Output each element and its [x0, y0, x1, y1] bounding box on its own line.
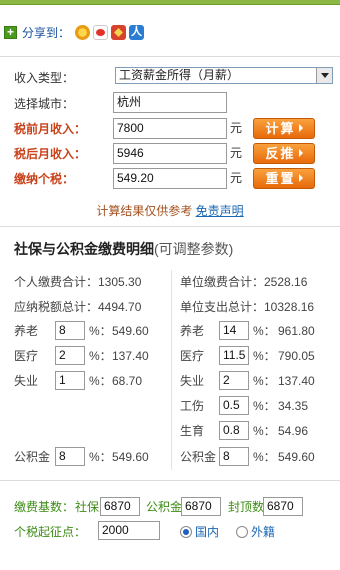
section-subtitle: (可调整参数) — [154, 241, 234, 257]
renren-icon[interactable] — [111, 24, 127, 40]
pretax-label: 税前月收入： — [14, 122, 87, 136]
top-bar — [0, 0, 340, 5]
share-bar: + 分享到： 人 — [4, 23, 145, 41]
divider — [0, 226, 340, 227]
domestic-label: 国内 — [195, 525, 220, 539]
company-injury-amount: 34.35 — [278, 399, 309, 413]
company-unemployment-amount: 137.40 — [278, 374, 315, 388]
company-total: 单位缴费合计：2528.16 — [180, 275, 308, 289]
company-injury-rate[interactable]: 0.5 — [219, 396, 249, 415]
income-type-select[interactable]: 工资薪金所得（月薪） — [115, 67, 333, 84]
personal-total: 个人缴费合计：1305.30 — [14, 275, 142, 289]
tax-unit: 元 — [230, 171, 243, 185]
section-title: 社保与公积金缴费明细(可调整参数) — [14, 239, 233, 259]
cap-label: 封顶数 — [228, 500, 265, 514]
kaixin-icon[interactable]: 人 — [129, 24, 145, 40]
social-base-label: 社保 — [75, 500, 100, 514]
personal-unemployment-pct: %： — [89, 374, 112, 388]
fund-base-input[interactable]: 6870 — [181, 497, 221, 516]
disclaimer-note: 计算结果仅供参考 免责声明 — [0, 202, 340, 219]
divider — [0, 480, 340, 481]
column-divider — [171, 270, 172, 470]
tax-label: 缴纳个税： — [14, 172, 75, 186]
share-label: 分享到： — [22, 25, 71, 40]
company-medical-amount: 790.05 — [278, 349, 315, 363]
weibo-icon[interactable] — [93, 24, 109, 40]
company-injury-label: 工伤 — [180, 399, 205, 413]
company-fund-pct: %： — [253, 450, 276, 464]
plus-icon[interactable]: + — [4, 25, 17, 39]
foreign-label: 外籍 — [251, 525, 276, 539]
company-pension-amount: 961.80 — [278, 324, 315, 338]
personal-medical-rate[interactable]: 2 — [55, 346, 85, 365]
cap-input[interactable]: 6870 — [263, 497, 303, 516]
threshold-input[interactable]: 2000 — [98, 521, 160, 540]
personal-pension-pct: %： — [89, 324, 112, 338]
company-fund-label: 公积金 — [180, 450, 217, 464]
company-unemployment-label: 失业 — [180, 374, 205, 388]
company-maternity-amount: 54.96 — [278, 424, 309, 438]
pretax-unit: 元 — [230, 121, 243, 135]
company-unemployment-rate[interactable]: 2 — [219, 371, 249, 390]
personal-unemployment-rate[interactable]: 1 — [55, 371, 85, 390]
aftertax-unit: 元 — [230, 146, 243, 160]
divider — [0, 56, 340, 57]
fund-base-label: 公积金 — [146, 500, 183, 514]
personal-fund-label: 公积金 — [14, 450, 51, 464]
personal-pension-label: 养老 — [14, 324, 39, 338]
company-expense: 单位支出总计：10328.16 — [180, 300, 315, 314]
income-type-label: 收入类型： — [14, 71, 75, 85]
company-unemployment-pct: %： — [253, 374, 276, 388]
company-medical-pct: %： — [253, 349, 276, 363]
company-maternity-label: 生育 — [180, 424, 205, 438]
personal-fund-amount: 549.60 — [112, 450, 149, 464]
aftertax-input[interactable]: 5946 — [113, 143, 227, 164]
qzone-icon[interactable] — [75, 24, 91, 40]
reverse-button[interactable]: 反推 — [253, 143, 315, 164]
chevron-down-icon[interactable] — [316, 68, 332, 83]
reset-button[interactable]: 重置 — [253, 168, 315, 189]
city-label: 选择城市： — [14, 97, 75, 111]
company-injury-pct: %： — [253, 399, 276, 413]
foreign-radio[interactable] — [236, 526, 248, 538]
personal-medical-amount: 137.40 — [112, 349, 149, 363]
aftertax-label: 税后月收入： — [14, 147, 87, 161]
company-maternity-rate[interactable]: 0.8 — [219, 421, 249, 440]
note-text: 计算结果仅供参考 — [96, 204, 196, 218]
personal-unemployment-amount: 68.70 — [112, 374, 143, 388]
social-base-input[interactable]: 6870 — [100, 497, 140, 516]
personal-pension-amount: 549.60 — [112, 324, 149, 338]
personal-fund-pct: %： — [89, 450, 112, 464]
arrow-right-icon — [298, 149, 303, 157]
company-medical-rate[interactable]: 11.5 — [219, 346, 249, 365]
arrow-right-icon — [298, 174, 303, 182]
disclaimer-link[interactable]: 免责声明 — [196, 204, 244, 218]
calculate-button[interactable]: 计算 — [253, 118, 315, 139]
company-pension-rate[interactable]: 14 — [219, 321, 249, 340]
company-fund-amount: 549.60 — [278, 450, 315, 464]
city-input[interactable]: 杭州 — [113, 92, 227, 113]
company-pension-pct: %： — [253, 324, 276, 338]
reset-button-label: 重置 — [265, 171, 296, 186]
company-medical-label: 医疗 — [180, 349, 205, 363]
company-pension-label: 养老 — [180, 324, 205, 338]
company-fund-rate[interactable]: 8 — [219, 447, 249, 466]
personal-medical-label: 医疗 — [14, 349, 39, 363]
tax-input[interactable]: 549.20 — [113, 168, 227, 189]
reverse-button-label: 反推 — [265, 146, 296, 161]
domestic-radio[interactable] — [180, 526, 192, 538]
pretax-input[interactable]: 7800 — [113, 118, 227, 139]
income-type-value: 工资薪金所得（月薪） — [119, 68, 240, 82]
calculate-button-label: 计算 — [265, 121, 296, 136]
personal-medical-pct: %： — [89, 349, 112, 363]
personal-fund-rate[interactable]: 8 — [55, 447, 85, 466]
company-maternity-pct: %： — [253, 424, 276, 438]
personal-taxable: 应纳税额总计：4494.70 — [14, 300, 142, 314]
threshold-label: 个税起征点： — [14, 525, 87, 539]
base-label: 缴费基数： — [14, 500, 75, 514]
section-title-main: 社保与公积金缴费明细 — [14, 241, 154, 257]
personal-unemployment-label: 失业 — [14, 374, 39, 388]
arrow-right-icon — [298, 124, 303, 132]
personal-pension-rate[interactable]: 8 — [55, 321, 85, 340]
